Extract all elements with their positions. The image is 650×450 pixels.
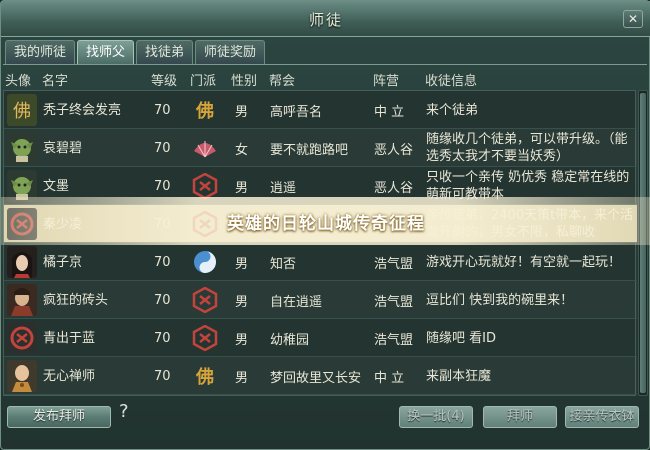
column-headers: 头像 名字 等级 门派 性别 帮会 阵营 收徒信息 xyxy=(1,67,650,89)
row-guild: 幼稚园 xyxy=(270,332,310,348)
row-message: 随缘收几个徒弟，可以带升级。（能选秀太我才不要当妖秀） xyxy=(426,132,628,164)
goblin-avatar xyxy=(7,132,37,164)
red-emblem-sect-icon xyxy=(192,287,218,313)
svg-text:佛: 佛 xyxy=(195,100,214,122)
row-gender: 女 xyxy=(235,142,249,158)
list-row[interactable]: 青出于蓝 70 男 幼稚园 浩气盟 随缘吧 看ID xyxy=(4,319,637,357)
list-row[interactable]: 橘子京 70 男 知否 浩气盟 游戏开心玩就好！有空就一起玩！ xyxy=(4,243,637,281)
header-message: 收徒信息 xyxy=(425,74,478,89)
row-guild: 自在逍遥 xyxy=(270,294,323,310)
master-apprentice-window: 师徒 ✕ 我的师徒 找师父 找徒弟 师徒奖励 头像 名字 等级 门派 性别 帮会… xyxy=(0,0,650,450)
bottom-bar: 发布拜师 ? 换一批(4) 拜师 接亲传衣钵 xyxy=(1,399,650,449)
taiji-sect-icon xyxy=(192,249,218,275)
window-title: 师徒 xyxy=(308,11,343,29)
row-name: 青出于蓝 xyxy=(43,330,96,346)
row-gender: 男 xyxy=(235,294,249,310)
tab-rewards[interactable]: 师徒奖励 xyxy=(195,40,266,64)
row-guild: 知否 xyxy=(270,256,297,272)
red-emblem-sect-icon xyxy=(192,173,218,199)
row-gender: 男 xyxy=(235,104,249,120)
buddha-sect-icon: 佛 xyxy=(192,363,218,389)
row-guild: 要不就跑路吧 xyxy=(270,142,349,158)
row-name: 橘子京 xyxy=(43,254,83,270)
row-guild: 高呼吾名 xyxy=(270,104,323,120)
row-name: 疯狂的砖头 xyxy=(43,292,109,308)
header-name[interactable]: 名字 xyxy=(42,70,68,89)
row-level: 70 xyxy=(154,368,171,384)
fan-sect-icon xyxy=(192,135,218,161)
tab-divider xyxy=(3,64,647,65)
monk-avatar xyxy=(7,360,37,392)
row-faction: 浩气盟 xyxy=(374,332,414,348)
row-message: 来副本狂魔 xyxy=(426,368,492,384)
row-level: 70 xyxy=(154,102,171,118)
row-message: 来个徒弟 xyxy=(426,102,479,118)
row-level: 70 xyxy=(154,140,171,156)
tab-find-master[interactable]: 找师父 xyxy=(77,40,135,64)
row-faction: 中 立 xyxy=(374,104,405,120)
row-level: 70 xyxy=(154,254,171,270)
row-faction: 浩气盟 xyxy=(374,294,414,310)
monkey-avatar: 佛 xyxy=(7,94,37,126)
row-faction: 恶人谷 xyxy=(374,142,414,158)
header-faction[interactable]: 阵营 xyxy=(373,70,399,89)
list-row[interactable]: 佛秃子终会发亮 70 男高呼吾名中 立来个徒弟佛 xyxy=(4,91,637,129)
row-guild: 梦回故里又长安 xyxy=(270,370,362,386)
row-message: 逗比们 快到我的碗里来！ xyxy=(426,292,574,308)
close-icon[interactable]: ✕ xyxy=(623,10,643,28)
red-emblem-sect-icon xyxy=(192,325,218,351)
warrior-avatar xyxy=(7,284,37,316)
apprentice-button[interactable]: 拜师 xyxy=(483,406,557,428)
row-faction: 浩气盟 xyxy=(374,256,414,272)
list-row[interactable]: 哀碧碧 70 女 要不就跑路吧 恶人谷 随缘收几个徒弟，可以带升级。（能选秀太我才不要当妖… xyxy=(4,129,637,167)
tab-my-master-apprentice[interactable]: 我的师徒 xyxy=(5,40,76,64)
buddha-sect-icon: 佛 xyxy=(192,97,218,123)
emblem-avatar xyxy=(7,322,37,354)
help-icon[interactable]: ? xyxy=(119,401,129,422)
row-gender: 男 xyxy=(235,332,249,348)
list-row[interactable]: 疯狂的砖头 70 男 自在逍遥 浩气盟 逗比们 快到我的碗里来！ xyxy=(4,281,637,319)
list-row[interactable]: 无心禅师 70 男 梦回故里又长安中 立 来副本狂魔 佛 xyxy=(4,357,637,395)
tab-bar: 我的师徒 找师父 找徒弟 师徒奖励 xyxy=(5,40,266,64)
row-name: 秃子终会发亮 xyxy=(43,102,122,118)
title-bar: 师徒 ✕ xyxy=(1,1,650,37)
header-sect[interactable]: 门派 xyxy=(190,70,216,89)
header-guild[interactable]: 帮会 xyxy=(269,70,295,89)
row-gender: 男 xyxy=(235,370,249,386)
header-level[interactable]: 等级 xyxy=(151,70,177,89)
row-name: 无心禅师 xyxy=(43,368,96,384)
row-message: 游戏开心玩就好！有空就一起玩！ xyxy=(426,254,622,270)
woman-avatar xyxy=(7,246,37,278)
row-name: 哀碧碧 xyxy=(43,140,83,156)
header-gender[interactable]: 性别 xyxy=(231,70,257,89)
row-gender: 男 xyxy=(235,256,249,272)
header-avatar: 头像 xyxy=(5,74,32,89)
svg-text:佛: 佛 xyxy=(195,366,214,388)
svg-text:佛: 佛 xyxy=(13,101,31,122)
row-level: 70 xyxy=(154,292,171,308)
watermark-banner: 英雄的日轮山城传奇征程 xyxy=(1,197,650,245)
row-level: 70 xyxy=(154,330,171,346)
row-faction: 中 立 xyxy=(374,370,405,386)
refresh-batch-button[interactable]: 换一批(4) xyxy=(399,406,473,428)
accept-legacy-button[interactable]: 接亲传衣钵 xyxy=(565,406,639,428)
row-message: 随缘吧 看ID xyxy=(426,330,496,346)
tab-find-apprentice[interactable]: 找徒弟 xyxy=(136,40,194,64)
publish-apprentice-button[interactable]: 发布拜师 xyxy=(7,406,111,428)
